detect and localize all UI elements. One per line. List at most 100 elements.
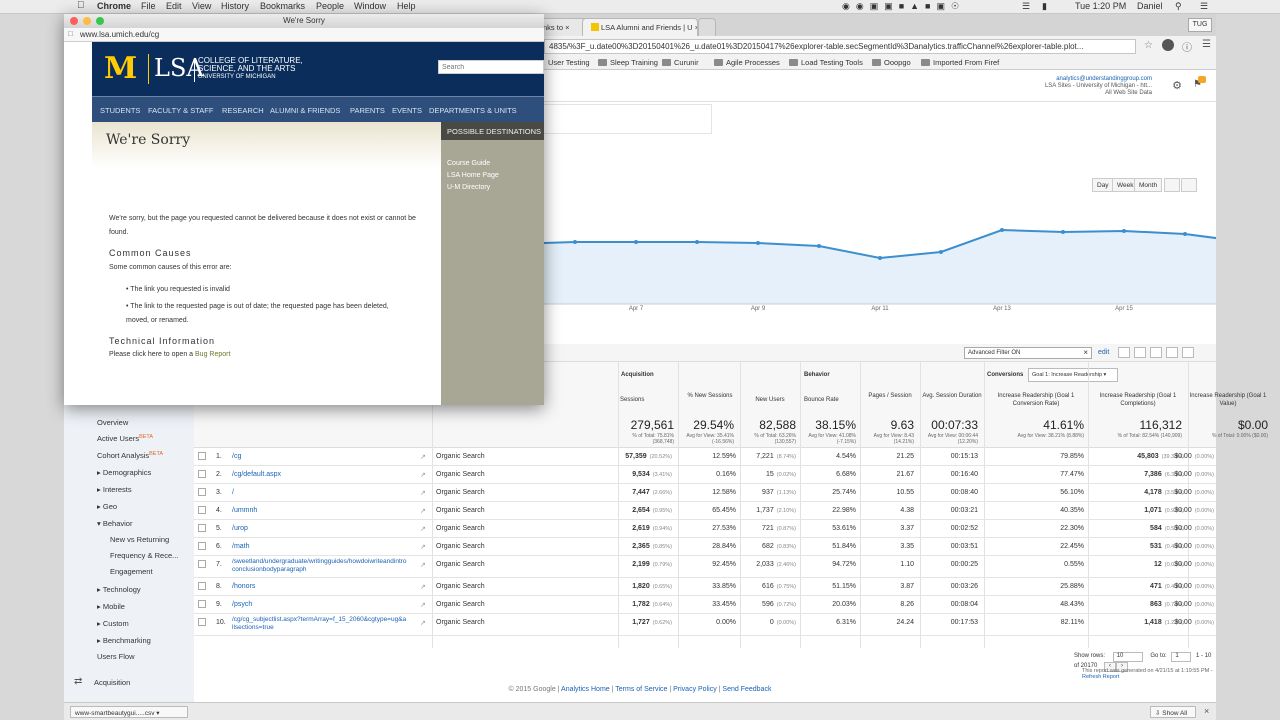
menubar-user[interactable]: Daniel	[1137, 1, 1163, 11]
nav-students[interactable]: STUDENTS	[100, 106, 140, 115]
nav-alumni-friends[interactable]: ALUMNI & FRIENDS	[270, 106, 340, 115]
show-rows-select[interactable]: 10	[1112, 652, 1143, 662]
bug-report-link[interactable]: Bug Report	[195, 351, 230, 358]
open-page-icon[interactable]: ↗	[420, 471, 426, 479]
gear-icon[interactable]: ⚙	[1172, 79, 1182, 92]
status-icons[interactable]: ◉◉▣▣■▲■▣☉	[842, 1, 965, 12]
table-row[interactable]: 4. /ummnh ↗ Organic Search 2,654 (0.95%) 65.45…	[194, 502, 1216, 520]
nav-departments[interactable]: DEPARTMENTS & UNITS	[429, 106, 517, 115]
advanced-filter-field[interactable]: Advanced Filter ON ×	[964, 347, 1092, 359]
menu-icon[interactable]: ☰	[1202, 39, 1211, 50]
row-checkbox[interactable]	[198, 560, 206, 568]
row-checkbox[interactable]	[198, 506, 206, 514]
sidebar-item-technology[interactable]: ▸ Technology	[97, 585, 141, 594]
popup-url-bar[interactable]: □ www.lsa.umich.edu/cg	[64, 28, 544, 42]
row-checkbox[interactable]	[198, 470, 206, 478]
data-point[interactable]	[573, 240, 577, 244]
account-selector[interactable]: analytics@understandinggroup.com LSA Sit…	[1045, 76, 1152, 97]
footer-link-home[interactable]: Analytics Home	[561, 686, 610, 693]
row-checkbox[interactable]	[198, 542, 206, 550]
data-point[interactable]	[817, 244, 821, 248]
row-page-link[interactable]: /cg/cg_subjectlist.aspx?termArray=f_15_2…	[232, 616, 422, 632]
table-row[interactable]: 9. /psych ↗ Organic Search 1,782 (0.64%) 33.45…	[194, 596, 1216, 614]
table-row[interactable]: 3. / ↗ Organic Search 7,447 (2.66%) 12.58% 937(…	[194, 484, 1216, 502]
goal-select[interactable]: Goal 1: Increase Readership ▾	[1028, 368, 1118, 382]
row-page-link[interactable]: /urop	[232, 525, 248, 532]
menu-bookmarks[interactable]: Bookmarks	[260, 1, 305, 11]
bookmark-folder[interactable]: Ooopgo	[872, 58, 911, 67]
sidebar-item-engagement[interactable]: Engagement	[110, 567, 153, 576]
menu-file[interactable]: File	[141, 1, 156, 11]
data-point[interactable]	[878, 256, 882, 260]
col-new-sessions[interactable]: % New Sessions	[682, 392, 738, 400]
sidebar-item-overview[interactable]: Overview	[97, 418, 128, 427]
menu-window[interactable]: Window	[354, 1, 386, 11]
col-avg-duration[interactable]: Avg. Session Duration	[922, 392, 982, 400]
bookmark-folder[interactable]: Curunir	[662, 58, 699, 67]
col-new-users[interactable]: New Users	[742, 396, 798, 404]
extension-icon[interactable]	[1162, 39, 1174, 51]
bookmark-folder[interactable]: Agile Processes	[714, 58, 780, 67]
menu-edit[interactable]: Edit	[166, 1, 182, 11]
download-item[interactable]: www-smartbeautygui.....csv ▾	[70, 706, 188, 718]
bookmark-item[interactable]: User Testing	[548, 58, 590, 67]
menubar-clock[interactable]: Tue 1:20 PM	[1075, 1, 1126, 11]
data-point[interactable]	[1061, 230, 1065, 234]
sidebar-item-cohort[interactable]: Cohort AnalysisBETA	[97, 451, 163, 460]
pivot-view-icon[interactable]	[1182, 347, 1194, 358]
row-checkbox[interactable]	[198, 452, 206, 460]
apple-icon[interactable]: 	[77, 0, 85, 11]
bookmark-folder[interactable]: Imported From Firef	[921, 58, 999, 67]
performance-view-icon[interactable]	[1150, 347, 1162, 358]
menu-view[interactable]: View	[192, 1, 211, 11]
info-icon[interactable]: ⓘ	[1182, 39, 1192, 54]
minimize-window-icon[interactable]	[83, 17, 91, 25]
row-page-link[interactable]: /	[232, 489, 234, 496]
refresh-report-link[interactable]: Refresh Report	[1082, 674, 1119, 680]
notification-center-icon[interactable]: ☰	[1200, 1, 1208, 12]
row-checkbox[interactable]	[198, 600, 206, 608]
open-page-icon[interactable]: ↗	[420, 619, 426, 627]
row-page-link[interactable]: /sweetland/undergraduate/writingguides/h…	[232, 558, 422, 574]
spotlight-icon[interactable]: ⚲	[1175, 1, 1182, 12]
menu-help[interactable]: Help	[397, 1, 416, 11]
destination-link[interactable]: LSA Home Page	[447, 172, 499, 179]
wifi-icon[interactable]: ☰	[1022, 1, 1030, 12]
comparison-view-icon[interactable]	[1166, 347, 1178, 358]
row-page-link[interactable]: /math	[232, 543, 250, 550]
lsa-search-input[interactable]	[438, 60, 544, 74]
open-page-icon[interactable]: ↗	[420, 489, 426, 497]
destination-link[interactable]: Course Guide	[447, 160, 490, 167]
data-point[interactable]	[756, 241, 760, 245]
menu-history[interactable]: History	[221, 1, 249, 11]
footer-link-privacy[interactable]: Privacy Policy	[673, 686, 717, 693]
sidebar-item-geo[interactable]: ▸ Geo	[97, 502, 117, 511]
col-goal-value[interactable]: Increase Readership (Goal 1 Value)	[1188, 392, 1268, 408]
battery-icon[interactable]: ▮	[1042, 1, 1047, 12]
clear-filter-icon[interactable]: ×	[1083, 348, 1088, 357]
new-tab-button[interactable]	[698, 18, 716, 36]
tab-2[interactable]: LSA Alumni and Friends | U ×	[582, 18, 698, 36]
star-icon[interactable]: ☆	[1144, 40, 1153, 51]
open-page-icon[interactable]: ↗	[420, 507, 426, 515]
table-row[interactable]: 7. /sweetland/undergraduate/writingguides…	[194, 556, 1216, 578]
sidebar-item-behavior[interactable]: ▾ Behavior	[97, 519, 132, 528]
sidebar-item-users-flow[interactable]: Users Flow	[97, 652, 135, 661]
nav-events[interactable]: EVENTS	[392, 106, 422, 115]
zoom-window-icon[interactable]	[96, 17, 104, 25]
footer-link-feedback[interactable]: Send Feedback	[722, 686, 771, 693]
open-page-icon[interactable]: ↗	[420, 543, 426, 551]
open-page-icon[interactable]: ↗	[420, 453, 426, 461]
goto-input[interactable]: 1	[1171, 652, 1192, 662]
edit-filter-link[interactable]: edit	[1098, 349, 1109, 356]
row-checkbox[interactable]	[198, 524, 206, 532]
row-page-link[interactable]: /psych	[232, 601, 252, 608]
data-point[interactable]	[1000, 228, 1004, 232]
open-page-icon[interactable]: ↗	[420, 583, 426, 591]
data-point[interactable]	[1122, 229, 1126, 233]
col-sessions[interactable]: Sessions	[620, 396, 680, 404]
nav-faculty-staff[interactable]: FACULTY & STAFF	[148, 106, 213, 115]
profile-badge[interactable]: TUG	[1188, 18, 1212, 32]
sidebar-item-active-users[interactable]: Active UsersBETA	[97, 434, 153, 443]
pie-view-icon[interactable]	[1134, 347, 1146, 358]
